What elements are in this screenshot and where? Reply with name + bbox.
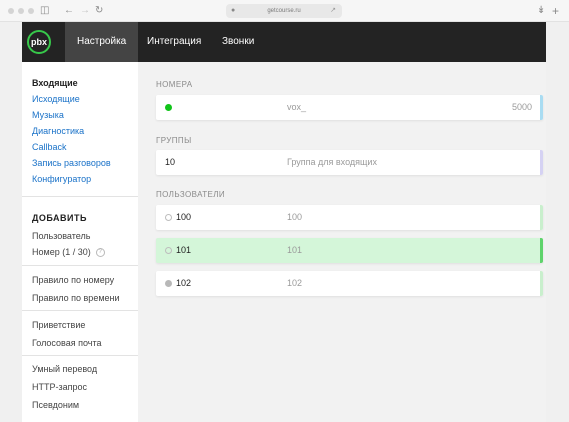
group-id: 10 xyxy=(165,157,176,167)
window-close-dot[interactable] xyxy=(8,8,14,14)
window-minimize-dot[interactable] xyxy=(18,8,24,14)
users-section-title: ПОЛЬЗОВАТЕЛИ xyxy=(156,190,226,199)
add-smart-transfer-item[interactable]: Умный перевод xyxy=(32,363,97,375)
sidebar-divider xyxy=(22,265,138,266)
user-row-selected[interactable]: 101 101 xyxy=(156,238,543,263)
add-time-rule-item[interactable]: Правило по времени xyxy=(32,292,120,304)
sidebar-divider xyxy=(22,355,138,356)
tab-settings[interactable]: Настройка xyxy=(65,22,139,62)
sidebar-item-call-recording[interactable]: Запись разговоров xyxy=(32,157,111,169)
add-alias-item[interactable]: Псевдоним xyxy=(32,399,79,411)
user-row[interactable]: 100 100 xyxy=(156,205,543,230)
add-heading: ДОБАВИТЬ xyxy=(32,213,87,223)
help-icon[interactable]: ? xyxy=(95,248,105,258)
user-id: 100 xyxy=(176,212,192,222)
number-row[interactable]: vox_ 5000 xyxy=(156,95,543,120)
sidebar-item-callback[interactable]: Callback xyxy=(32,141,67,153)
add-user-item[interactable]: Пользователь xyxy=(32,230,90,242)
row-accent-bar xyxy=(540,205,543,230)
sidebar-item-configurator[interactable]: Конфигуратор xyxy=(32,173,91,185)
user-name: 100 xyxy=(287,212,303,222)
forward-icon[interactable]: → xyxy=(80,4,90,18)
sidebar-item-diagnostics[interactable]: Диагностика xyxy=(32,125,84,137)
add-number-rule-item[interactable]: Правило по номеру xyxy=(32,274,114,286)
sidebar-icon[interactable]: ◫ xyxy=(40,4,49,18)
sidebar-divider xyxy=(22,196,138,197)
add-number-label: Номер (1 / 30) xyxy=(32,247,91,257)
window-margin-left xyxy=(0,22,22,422)
sidebar-divider xyxy=(22,310,138,311)
add-number-item[interactable]: Номер (1 / 30)? xyxy=(32,246,105,258)
number-value: 5000 xyxy=(511,102,532,112)
pbx-logo[interactable]: pbx xyxy=(27,30,51,54)
row-accent-bar xyxy=(540,150,543,175)
share-icon[interactable]: ↗ xyxy=(330,4,336,18)
address-text: getcourse.ru xyxy=(267,8,301,14)
address-bar[interactable]: ● getcourse.ru ↗ xyxy=(226,4,342,18)
numbers-section-title: НОМЕРА xyxy=(156,80,193,89)
download-icon[interactable]: ↡ xyxy=(537,4,545,18)
user-row[interactable]: 102 102 xyxy=(156,271,543,296)
status-offline-icon xyxy=(165,247,172,254)
number-name: vox_ xyxy=(287,102,307,112)
status-online-icon xyxy=(165,104,172,111)
user-id: 101 xyxy=(176,245,192,255)
status-away-icon xyxy=(165,280,172,287)
add-greeting-item[interactable]: Приветствие xyxy=(32,319,85,331)
group-row[interactable]: 10 Группа для входящих xyxy=(156,150,543,175)
sidebar: Входящие Исходящие Музыка Диагностика Ca… xyxy=(22,62,138,422)
user-id: 102 xyxy=(176,278,192,288)
window-zoom-dot[interactable] xyxy=(28,8,34,14)
tab-calls[interactable]: Звонки xyxy=(210,22,266,62)
sidebar-item-outgoing[interactable]: Исходящие xyxy=(32,93,80,105)
sidebar-item-music[interactable]: Музыка xyxy=(32,109,64,121)
window-margin-right xyxy=(546,22,569,422)
browser-toolbar: ◫ ← → ↻ ● getcourse.ru ↗ ↡ + xyxy=(0,0,569,22)
back-icon[interactable]: ← xyxy=(64,4,74,18)
status-offline-icon xyxy=(165,214,172,221)
add-http-request-item[interactable]: HTTP-запрос xyxy=(32,381,87,393)
row-accent-bar xyxy=(540,238,543,263)
row-accent-bar xyxy=(540,271,543,296)
user-name: 102 xyxy=(287,278,303,288)
group-name: Группа для входящих xyxy=(287,157,377,167)
user-name: 101 xyxy=(287,245,303,255)
groups-section-title: ГРУППЫ xyxy=(156,136,192,145)
add-voicemail-item[interactable]: Голосовая почта xyxy=(32,337,102,349)
reload-icon[interactable]: ↻ xyxy=(95,4,103,18)
sidebar-item-incoming[interactable]: Входящие xyxy=(32,77,78,89)
new-tab-icon[interactable]: + xyxy=(552,4,559,18)
top-navigation: pbx Настройка Интеграция Звонки xyxy=(22,22,546,62)
tab-integration[interactable]: Интеграция xyxy=(135,22,213,62)
row-accent-bar xyxy=(540,95,543,120)
